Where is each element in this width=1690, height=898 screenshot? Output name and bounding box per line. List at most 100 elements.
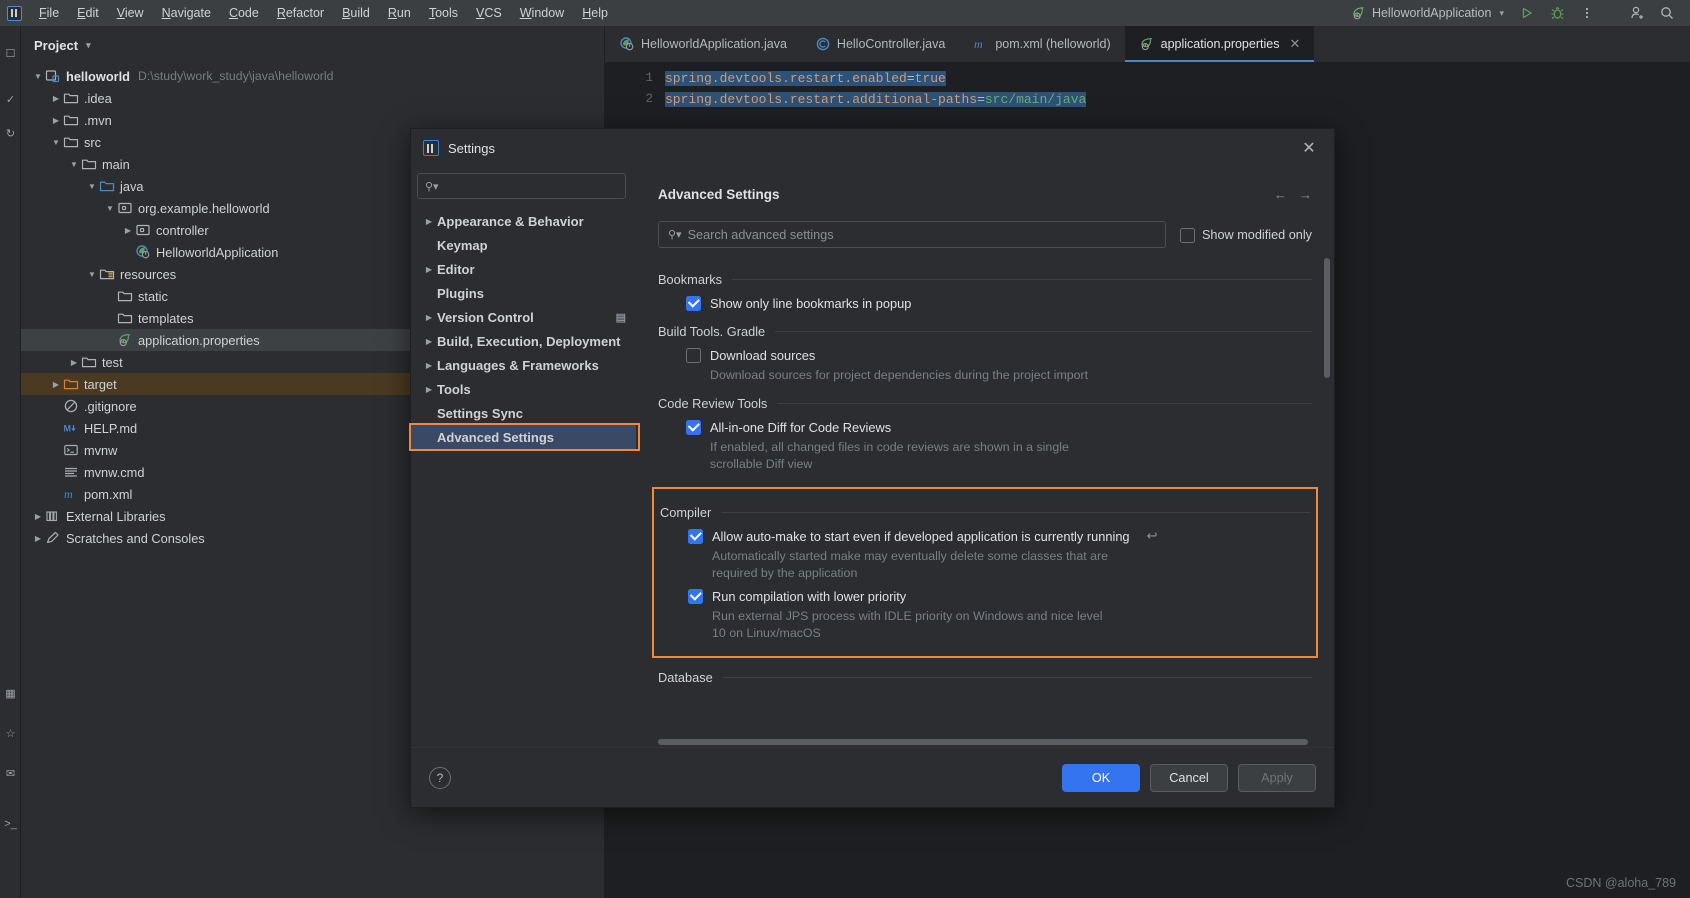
settings-category-build-execution-deployment[interactable]: ▶ Build, Execution, Deployment — [411, 329, 636, 353]
show-modified-only-checkbox[interactable]: Show modified only — [1179, 227, 1312, 243]
close-icon[interactable]: ✕ — [1296, 135, 1322, 161]
editor-tab-hellocontroller-java[interactable]: HelloController.java — [801, 26, 959, 62]
revert-icon[interactable]: ↩ — [1147, 528, 1158, 544]
section-divider — [721, 512, 1310, 513]
setting-option-checkbox[interactable]: Allow auto-make to start even if develop… — [660, 528, 1310, 545]
close-icon[interactable]: ✕ — [1289, 36, 1300, 52]
terminal-tool-icon[interactable]: >_ — [3, 816, 18, 831]
debug-button[interactable] — [1542, 2, 1572, 24]
settings-category-languages-frameworks[interactable]: ▶ Languages & Frameworks — [411, 353, 636, 377]
menu-item-vcs[interactable]: VCS — [467, 3, 511, 23]
settings-search-input[interactable]: ⚲▾ — [417, 173, 626, 199]
settings-category-appearance-behavior[interactable]: ▶ Appearance & Behavior — [411, 209, 636, 233]
menu-item-code[interactable]: Code — [220, 3, 268, 23]
back-arrow-icon[interactable]: ← — [1274, 187, 1287, 202]
tree-node-path: D:\study\work_study\java\helloworld — [138, 69, 334, 83]
setting-option-checkbox[interactable]: Run compilation with lower priority — [660, 588, 1310, 605]
tree-node--idea[interactable]: ▶ .idea — [21, 87, 604, 109]
code-line[interactable]: spring.devtools.restart.enabled=true — [665, 68, 1690, 89]
menu-item-tools[interactable]: Tools — [420, 3, 467, 23]
advanced-search-input[interactable]: ⚲▾ Search advanced settings — [658, 221, 1166, 248]
settings-category-plugins[interactable]: Plugins — [411, 281, 636, 305]
setting-option-checkbox[interactable]: All-in-one Diff for Code Reviews — [658, 419, 1312, 436]
vertical-scrollbar[interactable] — [1324, 258, 1330, 378]
editor-tab-helloworldapplication-java[interactable]: HelloworldApplication.java — [605, 26, 801, 62]
commit-tool-icon[interactable]: ✓ — [3, 92, 18, 107]
menu-item-edit[interactable]: Edit — [68, 3, 108, 23]
project-tool-icon[interactable]: ☐ — [3, 46, 18, 61]
menu-item-window[interactable]: Window — [511, 3, 573, 23]
tree-node-label: .mvn — [84, 112, 112, 128]
tree-node-label: src — [84, 134, 102, 150]
section-title: Database — [658, 670, 713, 685]
notifications-tool-icon[interactable]: ✉ — [3, 766, 18, 781]
structure-tool-icon[interactable]: ▦ — [3, 686, 18, 701]
editor-tab-application-properties[interactable]: application.properties ✕ — [1124, 26, 1315, 62]
menu-item-build[interactable]: Build — [333, 3, 379, 23]
section-divider — [722, 677, 1312, 678]
settings-category-keymap[interactable]: Keymap — [411, 233, 636, 257]
chevron-right-icon[interactable]: ▶ — [421, 313, 437, 322]
run-configuration-selector[interactable]: HelloworldApplication ▾ — [1343, 3, 1512, 24]
forward-arrow-icon[interactable]: → — [1299, 187, 1312, 202]
account-button[interactable] — [1622, 2, 1652, 24]
menu-item-view[interactable]: View — [108, 3, 153, 23]
chevron-right-icon[interactable]: ▶ — [421, 337, 437, 346]
chevron-right-icon[interactable]: ▶ — [421, 361, 437, 370]
pull-requests-tool-icon[interactable]: ↻ — [3, 126, 18, 141]
menu-item-refactor[interactable]: Refactor — [268, 3, 333, 23]
intellij-logo-icon — [7, 5, 22, 21]
global-search-button[interactable] — [1652, 2, 1682, 24]
settings-category-tools[interactable]: ▶ Tools — [411, 377, 636, 401]
chevron-right-icon[interactable]: ▶ — [31, 534, 45, 543]
settings-category-version-control[interactable]: ▶ Version Control ▤ — [411, 305, 636, 329]
folder-icon — [81, 156, 97, 172]
property-key: spring.devtools.restart.enabled — [665, 71, 907, 86]
menu-item-file[interactable]: File — [30, 3, 68, 23]
module-icon — [45, 68, 61, 84]
chevron-down-icon[interactable]: ▼ — [31, 72, 45, 81]
intellij-logo-icon — [423, 140, 439, 156]
bookmarks-tool-icon[interactable]: ☆ — [3, 726, 18, 741]
menu-item-help[interactable]: Help — [573, 3, 617, 23]
chevron-right-icon[interactable]: ▶ — [49, 94, 63, 103]
chevron-down-icon[interactable]: ▼ — [49, 138, 63, 147]
code-line[interactable]: spring.devtools.restart.additional-paths… — [665, 89, 1690, 110]
cancel-button[interactable]: Cancel — [1150, 763, 1228, 792]
tree-node-helloworld[interactable]: ▼ helloworld D:\study\work_study\java\hell… — [21, 65, 604, 87]
chevron-right-icon[interactable]: ▶ — [421, 217, 437, 226]
editor-tab-bar[interactable]: HelloworldApplication.java HelloControlle… — [605, 26, 1690, 62]
settings-category-settings-sync[interactable]: Settings Sync — [411, 401, 636, 425]
setting-option-label: Allow auto-make to start even if develop… — [712, 529, 1130, 544]
settings-category-editor[interactable]: ▶ Editor — [411, 257, 636, 281]
folder-icon — [117, 288, 133, 304]
apply-button[interactable]: Apply — [1238, 763, 1316, 792]
help-button[interactable]: ? — [429, 766, 451, 789]
settings-options-list[interactable]: Bookmarks Show only line bookmarks in pop… — [636, 248, 1334, 747]
chevron-right-icon[interactable]: ▶ — [31, 512, 45, 521]
more-options-button[interactable] — [1572, 2, 1602, 24]
ok-button[interactable]: OK — [1062, 763, 1140, 792]
run-button[interactable] — [1512, 2, 1542, 24]
menu-item-navigate[interactable]: Navigate — [153, 3, 220, 23]
chevron-right-icon[interactable]: ▶ — [49, 380, 63, 389]
chevron-right-icon[interactable]: ▶ — [49, 116, 63, 125]
setting-option-checkbox[interactable]: Show only line bookmarks in popup — [658, 295, 1312, 312]
horizontal-scrollbar[interactable] — [658, 739, 1308, 745]
chevron-right-icon[interactable]: ▶ — [421, 265, 437, 274]
chevron-down-icon[interactable]: ▼ — [85, 182, 99, 191]
chevron-down-icon[interactable]: ▼ — [103, 204, 117, 213]
chevron-down-icon[interactable]: ▼ — [85, 270, 99, 279]
menu-item-run[interactable]: Run — [379, 3, 420, 23]
chevron-down-icon[interactable]: ▼ — [67, 160, 81, 169]
chevron-right-icon[interactable]: ▶ — [421, 385, 437, 394]
settings-category-label: Build, Execution, Deployment — [437, 333, 621, 349]
editor-tab-pom-xml-helloworld-[interactable]: m pom.xml (helloworld) — [959, 26, 1124, 62]
chevron-right-icon[interactable]: ▶ — [121, 226, 135, 235]
tree-node-label: .gitignore — [84, 398, 137, 414]
settings-category-tree[interactable]: ▶ Appearance & Behavior Keymap ▶ Editor Plu… — [409, 209, 640, 451]
chevron-right-icon[interactable]: ▶ — [67, 358, 81, 367]
setting-option-checkbox[interactable]: Download sources — [658, 347, 1312, 364]
settings-category-advanced-settings[interactable]: Advanced Settings — [409, 423, 640, 451]
project-panel-header[interactable]: Project ▾ — [21, 26, 604, 63]
